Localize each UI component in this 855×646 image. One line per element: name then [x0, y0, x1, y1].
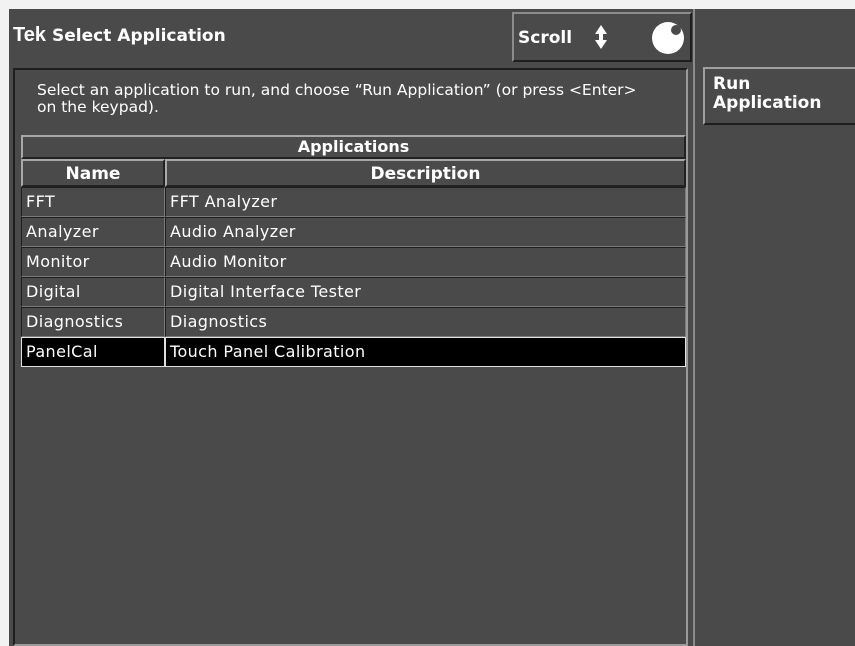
column-header-description[interactable]: Description: [165, 159, 686, 187]
row-name-cell: Digital: [21, 277, 165, 307]
page-title: Select Application: [52, 26, 226, 46]
application-screen: Tek Select Application Scroll Select an …: [9, 9, 855, 646]
table-row[interactable]: Monitor Audio Monitor: [21, 247, 686, 277]
application-list-panel: Select an application to run, and choose…: [13, 68, 688, 646]
row-name-cell: Monitor: [21, 247, 165, 277]
scroll-control[interactable]: Scroll: [512, 12, 692, 62]
row-name-cell: Diagnostics: [21, 307, 165, 337]
scroll-label: Scroll: [518, 28, 573, 48]
window-title: Tek Select Application: [13, 24, 226, 47]
row-description-cell: Audio Monitor: [165, 247, 686, 277]
row-description-cell: Touch Panel Calibration: [165, 337, 686, 367]
side-button-panel: Run Application: [695, 9, 855, 646]
table-group-header: Applications: [21, 135, 686, 159]
run-application-button[interactable]: Run Application: [703, 67, 855, 125]
row-name-cell: Analyzer: [21, 217, 165, 247]
knob-icon: [650, 20, 686, 56]
applications-table: Applications Name Description FFT FFT An…: [21, 135, 686, 367]
table-row[interactable]: Digital Digital Interface Tester: [21, 277, 686, 307]
table-row-selected[interactable]: PanelCal Touch Panel Calibration: [21, 337, 686, 367]
row-name-cell: FFT: [21, 187, 165, 217]
row-name-cell: PanelCal: [21, 337, 165, 367]
row-description-cell: FFT Analyzer: [165, 187, 686, 217]
instructions-text: Select an application to run, and choose…: [37, 81, 637, 116]
column-header-name[interactable]: Name: [21, 159, 165, 187]
row-description-cell: Audio Analyzer: [165, 217, 686, 247]
table-row[interactable]: FFT FFT Analyzer: [21, 187, 686, 217]
title-bar: Tek Select Application Scroll: [9, 9, 693, 63]
row-description-cell: Diagnostics: [165, 307, 686, 337]
table-row[interactable]: Analyzer Audio Analyzer: [21, 217, 686, 247]
up-down-arrows-icon: [594, 24, 608, 50]
run-application-label: Run Application: [713, 74, 822, 113]
table-row[interactable]: Diagnostics Diagnostics: [21, 307, 686, 337]
row-description-cell: Digital Interface Tester: [165, 277, 686, 307]
table-column-headers: Name Description: [21, 159, 686, 187]
brand-logo: Tek: [13, 24, 46, 46]
